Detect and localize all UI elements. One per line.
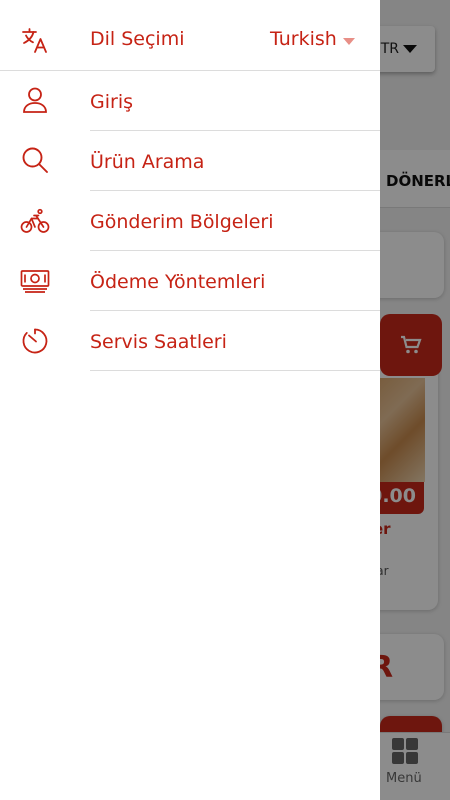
drawer-item-service-hours[interactable]: Servis Saatleri [0, 311, 380, 371]
translate-icon [20, 25, 50, 55]
search-icon [20, 145, 50, 175]
drawer-item-label: Ödeme Yöntemleri [90, 271, 266, 293]
drawer-item-label: Gönderim Bölgeleri [90, 211, 274, 233]
user-icon [20, 85, 50, 115]
money-icon [20, 266, 50, 296]
navigation-drawer: Dil Seçimi Turkish Giriş Ürün Arama Gönd… [0, 0, 380, 800]
drawer-item-label: Giriş [90, 91, 133, 113]
drawer-item-delivery-zones[interactable]: Gönderim Bölgeleri [0, 191, 380, 251]
drawer-item-login[interactable]: Giriş [0, 71, 380, 131]
timer-icon [20, 326, 50, 356]
divider [90, 370, 380, 371]
language-selector-row[interactable]: Dil Seçimi Turkish [0, 0, 380, 71]
dropdown-caret-icon [343, 38, 355, 45]
bicycle-icon [20, 206, 50, 236]
language-selector-label: Dil Seçimi [90, 28, 185, 50]
language-selector-value[interactable]: Turkish [270, 28, 337, 50]
drawer-item-label: Servis Saatleri [90, 331, 227, 353]
drawer-item-label: Ürün Arama [90, 151, 205, 173]
drawer-item-payment-methods[interactable]: Ödeme Yöntemleri [0, 251, 380, 311]
drawer-item-product-search[interactable]: Ürün Arama [0, 131, 380, 191]
